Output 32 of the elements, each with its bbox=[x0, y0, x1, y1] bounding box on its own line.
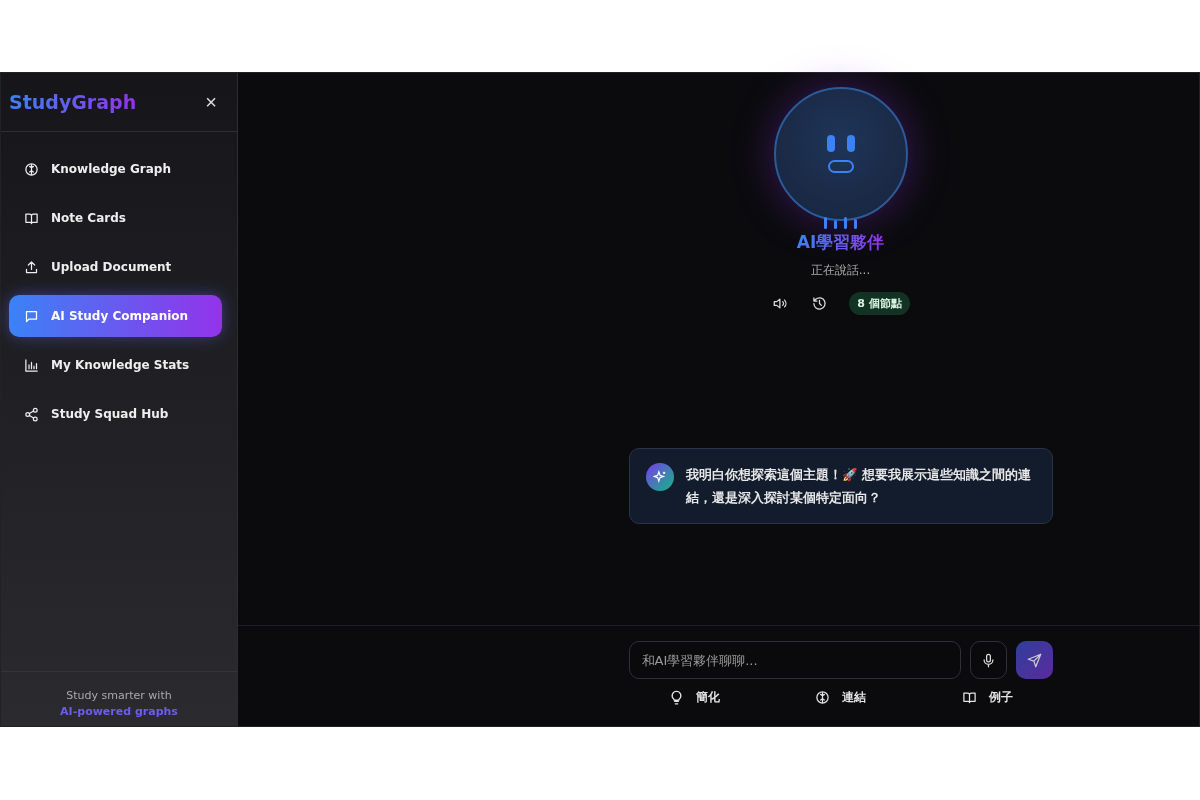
sidebar-item[interactable]: Upload Document bbox=[9, 246, 222, 288]
book-icon bbox=[961, 690, 977, 705]
history-icon bbox=[812, 296, 828, 311]
send-icon bbox=[1026, 652, 1042, 668]
speaker-icon bbox=[773, 296, 789, 311]
node-count-badge: 8 個節點 bbox=[849, 292, 910, 315]
footer-highlight-text: AI-powered graphs bbox=[59, 704, 179, 720]
sound-wave-icon bbox=[822, 217, 859, 229]
close-button[interactable]: × bbox=[201, 90, 221, 114]
quick-action-button[interactable]: 連結 bbox=[809, 689, 872, 706]
message-text: 我明白你想探索這個主題！🚀 想要我展示這些知識之間的連結，還是深入探討某個特定面向？ bbox=[685, 466, 1032, 507]
lightbulb-icon bbox=[668, 690, 684, 705]
upload-icon bbox=[24, 259, 39, 275]
microphone-button[interactable] bbox=[969, 641, 1007, 679]
book-icon bbox=[24, 210, 39, 226]
sidebar-item[interactable]: My Knowledge Stats bbox=[9, 344, 222, 386]
footer-text: Study smarter with bbox=[65, 688, 173, 704]
sidebar-item[interactable]: Study Squad Hub bbox=[9, 393, 222, 435]
app-logo: StudyGraph bbox=[9, 91, 137, 113]
sidebar-item[interactable]: Note Cards bbox=[9, 197, 222, 239]
share-icon bbox=[24, 406, 39, 422]
status-text: 正在說話... bbox=[810, 262, 871, 279]
quick-action-button[interactable]: 簡化 bbox=[662, 689, 726, 706]
companion-title: AI學習夥伴 bbox=[796, 231, 885, 254]
chat-input-field[interactable]: 和AI學習夥伴聊聊... bbox=[628, 641, 961, 679]
quick-action-button[interactable]: 例子 bbox=[955, 689, 1019, 706]
send-button[interactable] bbox=[1015, 641, 1053, 679]
sidebar-item[interactable]: AI Study Companion bbox=[9, 295, 222, 337]
sidebar-item[interactable]: Knowledge Graph bbox=[9, 148, 222, 190]
sparkle-avatar-icon bbox=[645, 463, 674, 491]
chat-bubble-icon bbox=[24, 308, 39, 324]
bar-chart-icon bbox=[24, 357, 39, 373]
